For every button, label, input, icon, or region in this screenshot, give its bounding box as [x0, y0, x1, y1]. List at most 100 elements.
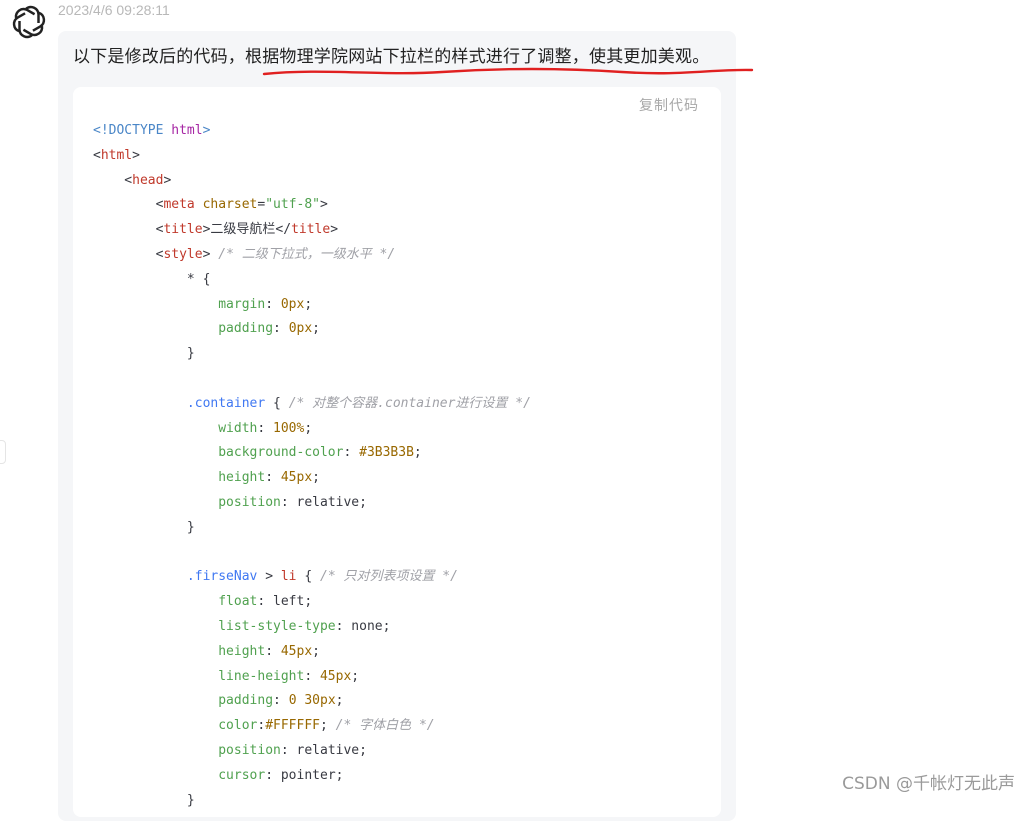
- code-line: cursor: pointer;: [93, 764, 531, 789]
- code-line: list-style-type: none;: [93, 615, 531, 640]
- code-token: meta: [163, 197, 195, 213]
- code-token: ;: [351, 668, 360, 684]
- code-token: :: [273, 321, 289, 337]
- code-token: ;: [312, 470, 320, 486]
- code-line: <head>: [93, 169, 531, 194]
- code-token: /* 对整个容器.container进行设置 */: [288, 395, 531, 411]
- code-content: <!DOCTYPE html> <html> <head> <meta chars…: [93, 119, 531, 813]
- code-token: width: [218, 420, 258, 436]
- code-token: :: [265, 296, 281, 312]
- code-line: margin: 0px;: [93, 293, 531, 318]
- code-line: color:#FFFFFF; /* 字体白色 */: [93, 714, 531, 739]
- code-token: >: [132, 147, 140, 163]
- code-token: 45px: [280, 470, 313, 486]
- code-token: ;: [413, 445, 422, 461]
- code-token: }: [93, 346, 195, 362]
- code-token: charset: [202, 197, 258, 213]
- code-token: 0px: [288, 321, 313, 337]
- code-line: <title>二级导航栏</title>: [93, 218, 531, 243]
- code-token: ;: [312, 643, 320, 659]
- code-token: <: [93, 147, 101, 163]
- code-line: height: 45px;: [93, 640, 531, 665]
- code-token: :: [304, 668, 320, 684]
- side-scroll-handle[interactable]: [0, 440, 6, 464]
- code-token: float: [218, 594, 258, 610]
- code-line: <style> /* 二级下拉式，一级水平 */: [93, 243, 531, 268]
- code-token: "utf-8": [265, 197, 321, 213]
- code-token: }: [93, 519, 195, 535]
- code-token: 0 30px: [288, 693, 336, 709]
- code-line: .firseNav > li { /* 只对列表项设置 */: [93, 565, 531, 590]
- code-token: li: [280, 569, 297, 585]
- code-token: <!DOCTYPE: [93, 123, 172, 138]
- code-token: title: [291, 222, 331, 238]
- code-block: 复制代码 <!DOCTYPE html> <html> <head> <meta …: [73, 87, 721, 817]
- code-token: : relative;: [280, 494, 367, 510]
- code-line: * {: [93, 268, 531, 293]
- code-line: position: relative;: [93, 491, 531, 516]
- code-line: }: [93, 789, 531, 814]
- code-token: * {: [93, 271, 211, 287]
- code-token: {: [296, 569, 320, 585]
- code-token: #FFFFFF: [265, 718, 320, 734]
- code-token: :: [257, 420, 274, 436]
- code-token: <: [93, 172, 133, 188]
- code-token: height: [218, 470, 266, 486]
- code-token: /* 二级下拉式，一级水平 */: [218, 246, 396, 262]
- code-token: {: [265, 395, 289, 411]
- code-token: :: [343, 445, 360, 461]
- code-token: : relative;: [280, 742, 367, 758]
- code-token: :: [273, 693, 289, 709]
- code-line: <html>: [93, 144, 531, 169]
- code-token: line-height: [218, 668, 305, 684]
- openai-logo-icon: [12, 5, 46, 39]
- code-token: /* 只对列表项设置 */: [320, 569, 458, 585]
- code-line: .container { /* 对整个容器.container进行设置 */: [93, 392, 531, 417]
- code-token: >: [320, 197, 328, 213]
- code-token: html: [100, 147, 133, 163]
- code-token: background-color: [218, 445, 344, 461]
- code-line: height: 45px;: [93, 466, 531, 491]
- code-token: >: [163, 172, 172, 188]
- code-token: padding: [218, 321, 274, 337]
- code-token: >: [330, 222, 339, 238]
- code-token: #3B3B3B: [359, 445, 414, 461]
- code-token: :: [265, 470, 281, 486]
- csdn-watermark: CSDN @千帐灯无此声: [840, 769, 1017, 794]
- code-token: >: [202, 246, 219, 262]
- code-token: 100%: [273, 420, 305, 436]
- copy-code-button[interactable]: 复制代码: [639, 95, 699, 115]
- code-token: list-style-type: [218, 618, 336, 634]
- code-line: }: [93, 516, 531, 541]
- code-token: /* 字体白色 */: [335, 718, 435, 734]
- code-token: position: [218, 742, 281, 758]
- message-prefix: 以下是修改后的代码，: [73, 47, 245, 67]
- code-token: : pointer;: [265, 767, 344, 783]
- code-token: head: [132, 172, 164, 188]
- code-token: ;: [304, 420, 313, 436]
- red-underline-annotation: [262, 67, 754, 76]
- code-line: padding: 0px;: [93, 317, 531, 342]
- code-token: <: [93, 197, 164, 213]
- code-token: >二级导航栏</: [202, 222, 292, 238]
- code-token: ;: [335, 693, 344, 709]
- code-line: padding: 0 30px;: [93, 689, 531, 714]
- code-token: color: [218, 718, 258, 734]
- code-token: <: [93, 246, 164, 262]
- code-line: width: 100%;: [93, 417, 531, 442]
- code-token: ;: [320, 718, 336, 734]
- code-line: line-height: 45px;: [93, 665, 531, 690]
